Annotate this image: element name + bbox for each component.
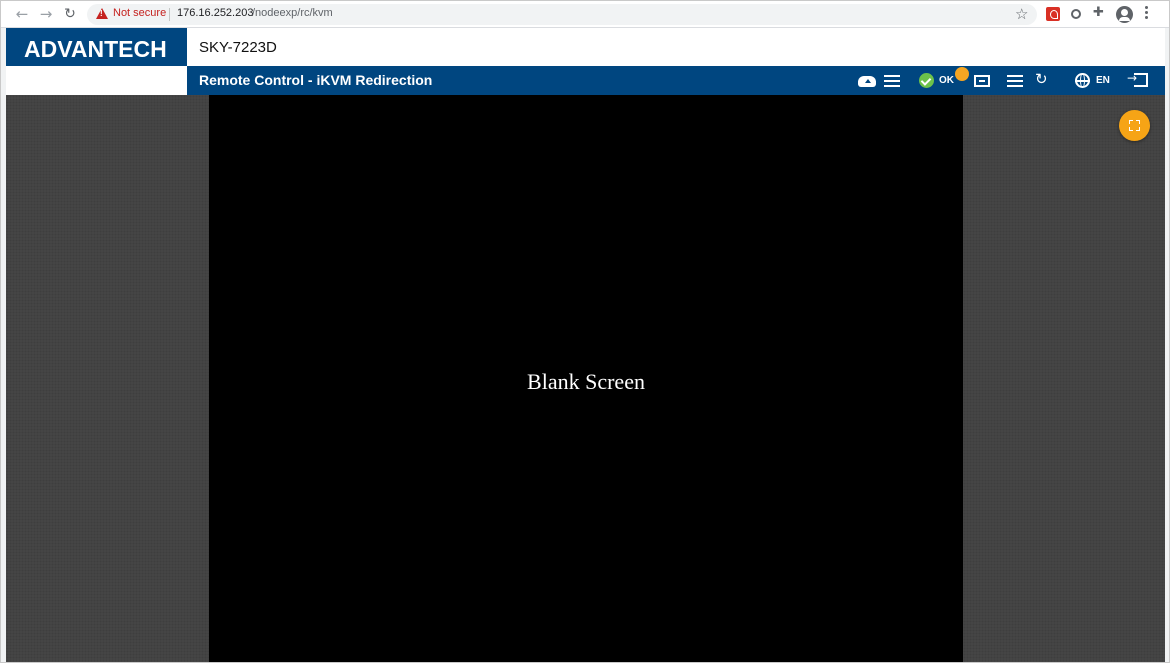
display-icon[interactable]: [974, 75, 990, 87]
screen-message: Blank Screen: [527, 369, 645, 394]
address-bar[interactable]: Not secure 176.16.252.203 /nodeexp/rc/kv…: [87, 4, 1037, 25]
page-title: Remote Control - iKVM Redirection: [199, 72, 433, 88]
list-icon-secondary[interactable]: [1007, 75, 1023, 87]
brand-logo-text: ADVANTECH: [24, 36, 167, 62]
globe-icon[interactable]: [1075, 73, 1090, 88]
extension-icon[interactable]: [1071, 9, 1081, 19]
reload-icon[interactable]: ↻: [61, 5, 79, 23]
fullscreen-button[interactable]: [1119, 110, 1150, 141]
menu-kebab-icon[interactable]: [1145, 6, 1149, 22]
refresh-icon[interactable]: ↻: [1035, 71, 1048, 88]
status-badge: [955, 67, 969, 81]
kvm-app: ADVANTECH SKY-7223D Remote Control - iKV…: [6, 28, 1165, 662]
brand-logo: ADVANTECH: [6, 28, 187, 66]
address-divider: [169, 8, 170, 21]
browser-toolbar: ← → ↻ Not secure 176.16.252.203 /nodeexp…: [1, 1, 1169, 28]
language-selector[interactable]: EN: [1096, 75, 1110, 86]
status-check-icon: [919, 73, 934, 88]
security-label[interactable]: Not secure: [113, 7, 166, 19]
bookmark-star-icon[interactable]: ☆: [1015, 5, 1028, 23]
device-name: SKY-7223D: [199, 39, 277, 56]
forward-arrow-icon[interactable]: →: [37, 5, 55, 23]
logout-icon[interactable]: [1127, 70, 1148, 87]
pdf-extension-icon[interactable]: [1046, 7, 1060, 21]
cloud-upload-icon[interactable]: [858, 76, 876, 87]
puzzle-extensions-icon[interactable]: ✚: [1093, 5, 1104, 20]
profile-icon[interactable]: [1116, 6, 1133, 23]
remote-screen[interactable]: Blank Screen: [209, 95, 963, 662]
status-text: OK: [939, 75, 954, 86]
warning-icon[interactable]: [96, 8, 108, 19]
browser-window: ← → ↻ Not secure 176.16.252.203 /nodeexp…: [0, 0, 1170, 663]
url-host[interactable]: 176.16.252.203: [177, 7, 253, 19]
back-arrow-icon[interactable]: ←: [13, 5, 31, 23]
kvm-toolbar: Remote Control - iKVM Redirection OK ↻ E…: [187, 66, 1165, 95]
fullscreen-icon: [1129, 120, 1140, 131]
list-icon[interactable]: [884, 75, 900, 87]
url-path[interactable]: /nodeexp/rc/kvm: [252, 7, 333, 19]
kvm-stage: Blank Screen: [6, 95, 1165, 662]
